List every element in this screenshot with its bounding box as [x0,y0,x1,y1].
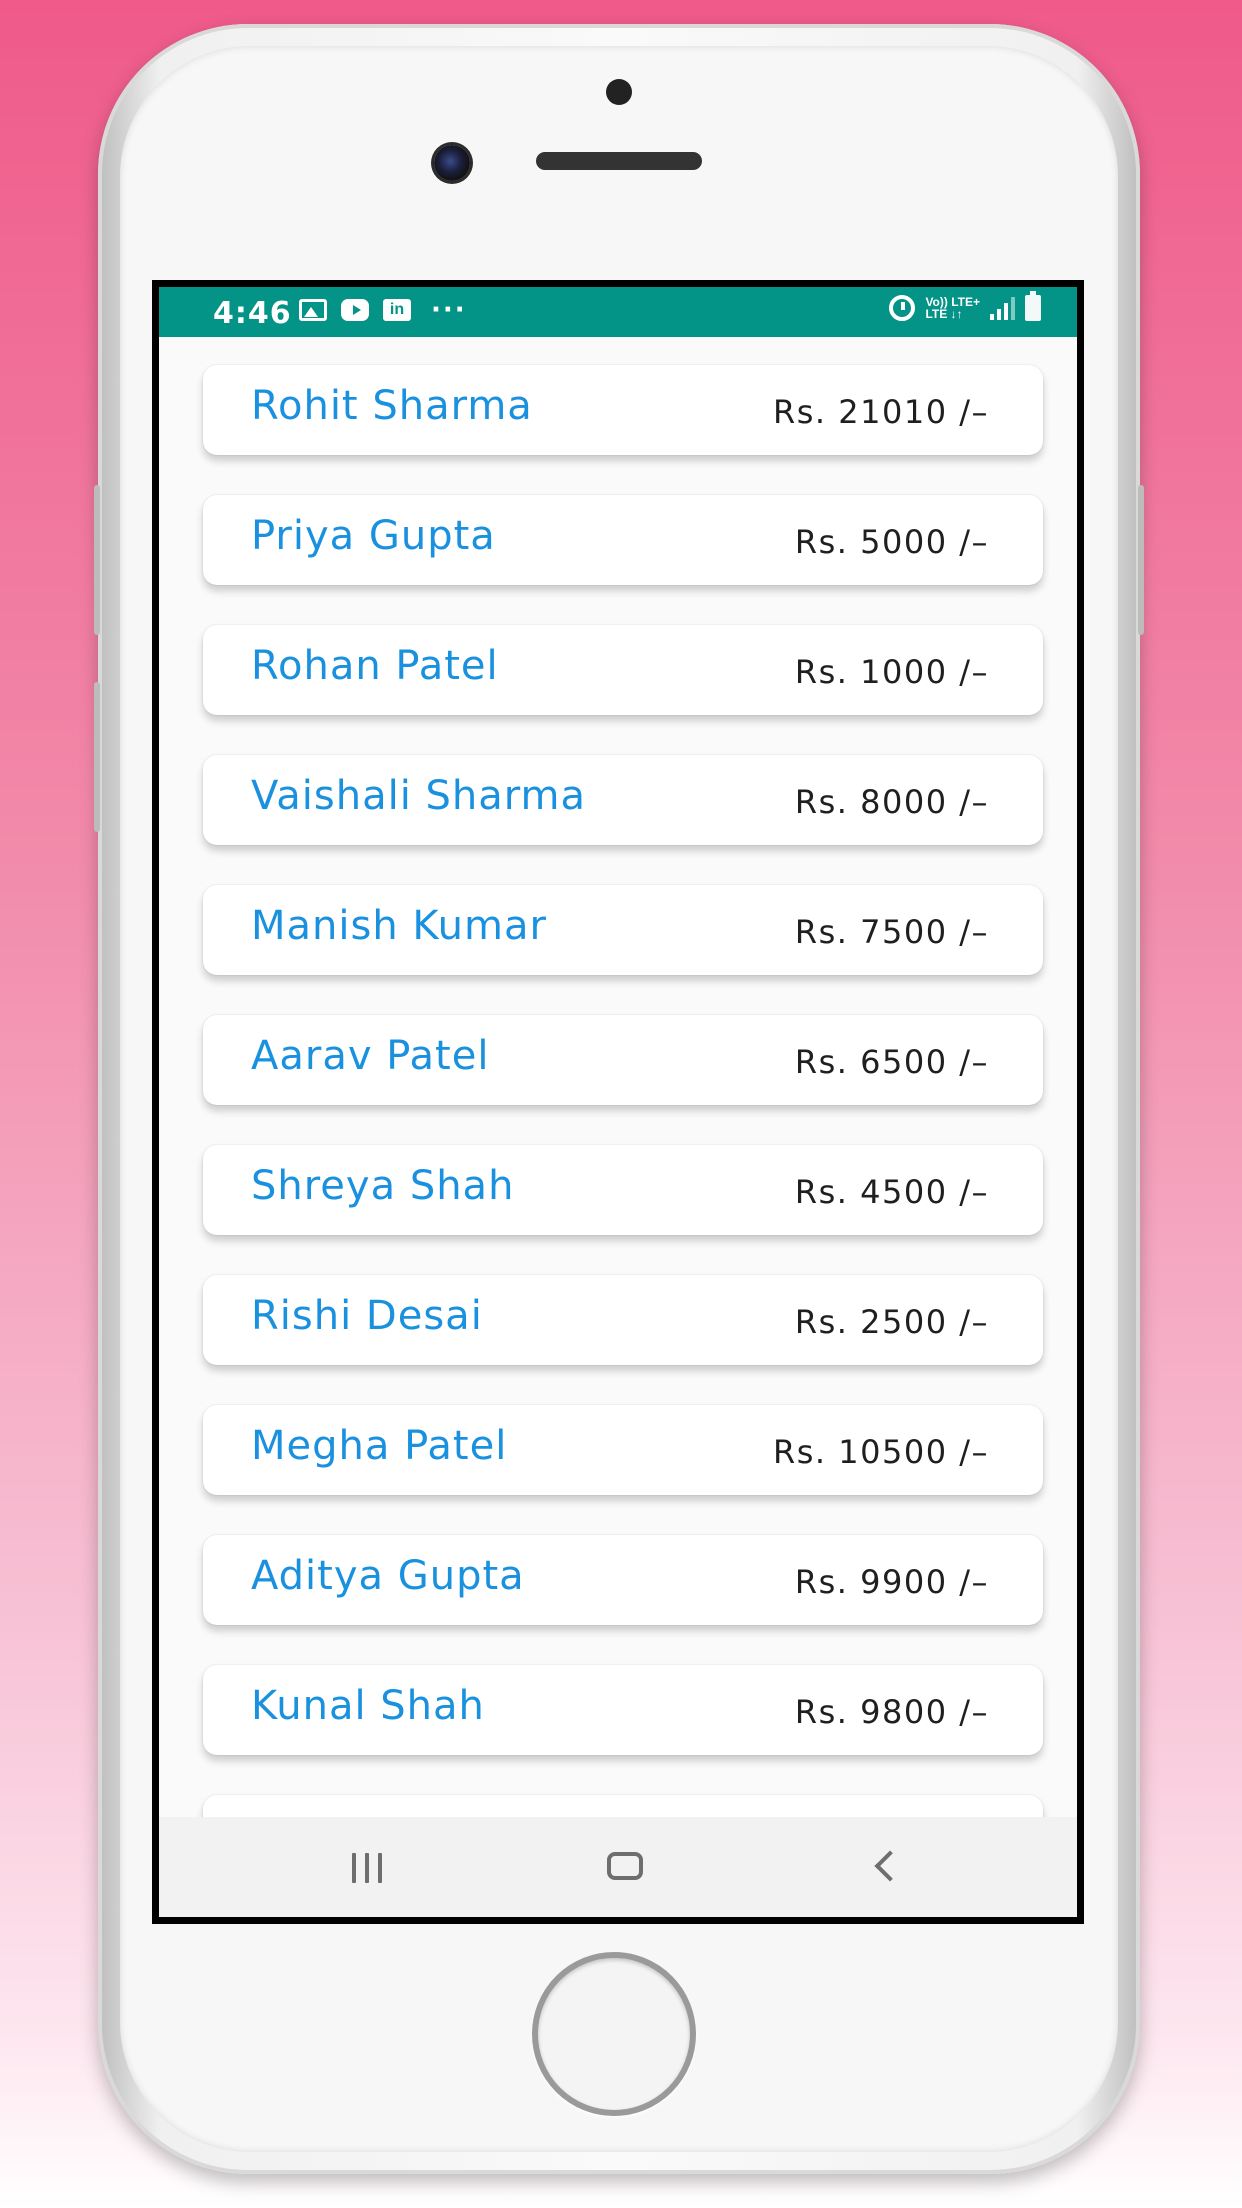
amount-label: Rs. 7500 /– [794,913,989,951]
amount-label: Rs. 9800 /– [794,1693,989,1731]
youtube-icon [341,299,369,321]
list-item[interactable]: Aarav Patel Rs. 6500 /– [203,1015,1043,1105]
list-item-partial[interactable] [203,1795,1043,1817]
amount-label: Rs. 10500 /– [773,1433,989,1471]
list-item[interactable]: Megha Patel Rs. 10500 /– [203,1405,1043,1495]
person-name: Vaishali Sharma [251,773,586,819]
person-name: Priya Gupta [251,513,496,559]
person-name: Megha Patel [251,1423,508,1469]
amount-label: Rs. 5000 /– [794,523,989,561]
person-name: Rohan Patel [251,643,499,689]
amount-label: Rs. 2500 /– [794,1303,989,1341]
status-time: 4:46 [213,296,292,331]
person-name: Manish Kumar [251,903,547,949]
list-item[interactable]: Vaishali Sharma Rs. 8000 /– [203,755,1043,845]
list-item[interactable]: Priya Gupta Rs. 5000 /– [203,495,1043,585]
list-item[interactable]: Kunal Shah Rs. 9800 /– [203,1665,1043,1755]
side-button-left-1 [94,485,100,635]
back-icon[interactable] [853,1843,913,1893]
battery-icon [1025,291,1041,321]
person-name: Shreya Shah [251,1163,515,1209]
side-button-right [1138,485,1144,635]
notification-icons: in ··· [299,295,467,325]
proximity-sensor [606,79,632,105]
person-name: Aarav Patel [251,1033,490,1079]
list-item[interactable]: Shreya Shah Rs. 4500 /– [203,1145,1043,1235]
hardware-home-button[interactable] [532,1952,696,2116]
amount-label: Rs. 21010 /– [773,393,989,431]
recents-icon[interactable] [337,1843,397,1893]
phone-screen: 4:46 in ··· Vo)) LTE+ LTE ↓↑ Rohit Sharm… [152,280,1084,1924]
list-item[interactable]: Aditya Gupta Rs. 9900 /– [203,1535,1043,1625]
list-item[interactable]: Rohit Sharma Rs. 21010 /– [203,365,1043,455]
status-bar: 4:46 in ··· Vo)) LTE+ LTE ↓↑ [159,287,1077,337]
person-name: Rishi Desai [251,1293,483,1339]
linkedin-icon: in [383,299,411,321]
home-icon[interactable] [595,1843,655,1893]
earpiece-speaker [536,152,702,170]
front-camera [434,145,470,181]
system-icons: Vo)) LTE+ LTE ↓↑ [889,291,1041,321]
amount-label: Rs. 9900 /– [794,1563,989,1601]
list-item[interactable]: Rishi Desai Rs. 2500 /– [203,1275,1043,1365]
amount-label: Rs. 6500 /– [794,1043,989,1081]
person-name: Aditya Gupta [251,1553,525,1599]
list-item[interactable]: Manish Kumar Rs. 7500 /– [203,885,1043,975]
volte-icon: Vo)) LTE+ LTE ↓↑ [925,296,980,320]
amount-label: Rs. 8000 /– [794,783,989,821]
navigation-bar [159,1817,1077,1917]
list-item[interactable]: Rohan Patel Rs. 1000 /– [203,625,1043,715]
signal-icon [990,296,1015,320]
gallery-icon [299,299,327,321]
more-notifications-icon: ··· [431,295,467,325]
network-label-bottom: LTE ↓↑ [925,307,963,321]
alarm-icon [889,295,916,321]
person-name: Rohit Sharma [251,383,533,429]
side-button-left-2 [94,682,100,832]
payment-list[interactable]: Rohit Sharma Rs. 21010 /– Priya Gupta Rs… [159,337,1077,1817]
person-name: Kunal Shah [251,1683,485,1729]
amount-label: Rs. 4500 /– [794,1173,989,1211]
amount-label: Rs. 1000 /– [794,653,989,691]
